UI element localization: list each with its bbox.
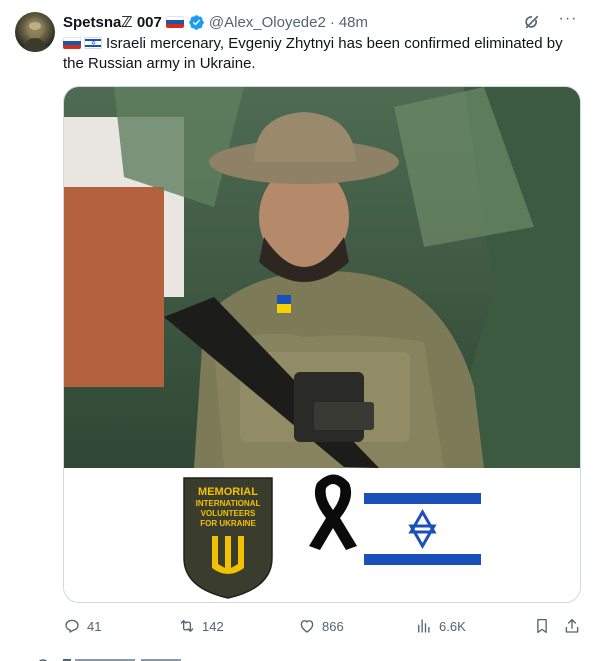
post-time[interactable]: 48m	[339, 14, 368, 31]
trident-icon	[212, 536, 244, 574]
reply-icon	[65, 619, 79, 633]
tweet-text-block: ✡ Israeli mercenary, Evgeniy Zhytnyi has…	[63, 34, 583, 74]
russia-flag-icon	[165, 16, 184, 28]
tweet-flags: ✡	[63, 37, 102, 49]
like-count: 866	[322, 618, 344, 634]
mourning-ribbon-icon	[309, 474, 357, 550]
author-handle[interactable]: @Alex_Oloyede2	[209, 14, 326, 31]
header-separator: ·	[329, 13, 335, 31]
bookmark-icon	[537, 618, 547, 634]
soldier-photo[interactable]	[64, 87, 580, 468]
israel-flag-large-icon	[364, 490, 481, 568]
like-button[interactable]: 866	[298, 614, 344, 638]
bookmark-button[interactable]	[533, 614, 551, 638]
share-icon	[565, 618, 579, 633]
views-button[interactable]: 6.6K	[415, 614, 466, 638]
reply-count: 41	[87, 618, 102, 634]
tweet-text: Israeli mercenary, Evgeniy Zhytnyi has b…	[63, 35, 563, 72]
views-count: 6.6K	[439, 618, 466, 634]
repost-count: 142	[202, 618, 224, 634]
like-icon	[300, 620, 314, 633]
badge-line-2: INTERNATIONAL	[196, 499, 261, 508]
repost-button[interactable]: 142	[178, 614, 224, 638]
israel-flag-icon: ✡	[84, 37, 102, 49]
next-post-preview	[35, 652, 335, 661]
badge-line-1: MEMORIAL	[198, 486, 258, 498]
repost-icon	[180, 620, 194, 632]
memorial-graphics: MEMORIAL INTERNATIONAL VOLUNTEERS FOR UK…	[183, 474, 481, 599]
more-icon[interactable]: ···	[558, 11, 578, 32]
media-card[interactable]: MEMORIAL INTERNATIONAL VOLUNTEERS FOR UK…	[63, 86, 581, 603]
tweet[interactable]: Spetsnaℤ 007 @Alex_Oloyede2 · 48m ··· ✡ …	[0, 0, 598, 661]
action-bar: 41 142 866 6.6K	[63, 614, 583, 638]
badge-line-4: FOR UKRAINE	[200, 519, 256, 528]
tweet-header: Spetsnaℤ 007 @Alex_Oloyede2 · 48m ···	[63, 11, 578, 32]
verified-badge-icon[interactable]	[188, 14, 205, 31]
russia-flag-icon	[63, 37, 81, 49]
badge-line-3: VOLUNTEERS	[201, 509, 256, 518]
grok-icon[interactable]	[522, 12, 542, 32]
reply-button[interactable]: 41	[63, 614, 101, 638]
author-name[interactable]: Spetsnaℤ 007	[63, 13, 162, 31]
avatar[interactable]	[15, 12, 55, 52]
memorial-band: MEMORIAL INTERNATIONAL VOLUNTEERS FOR UK…	[64, 468, 580, 602]
share-button[interactable]	[563, 614, 581, 638]
views-icon	[418, 619, 430, 633]
